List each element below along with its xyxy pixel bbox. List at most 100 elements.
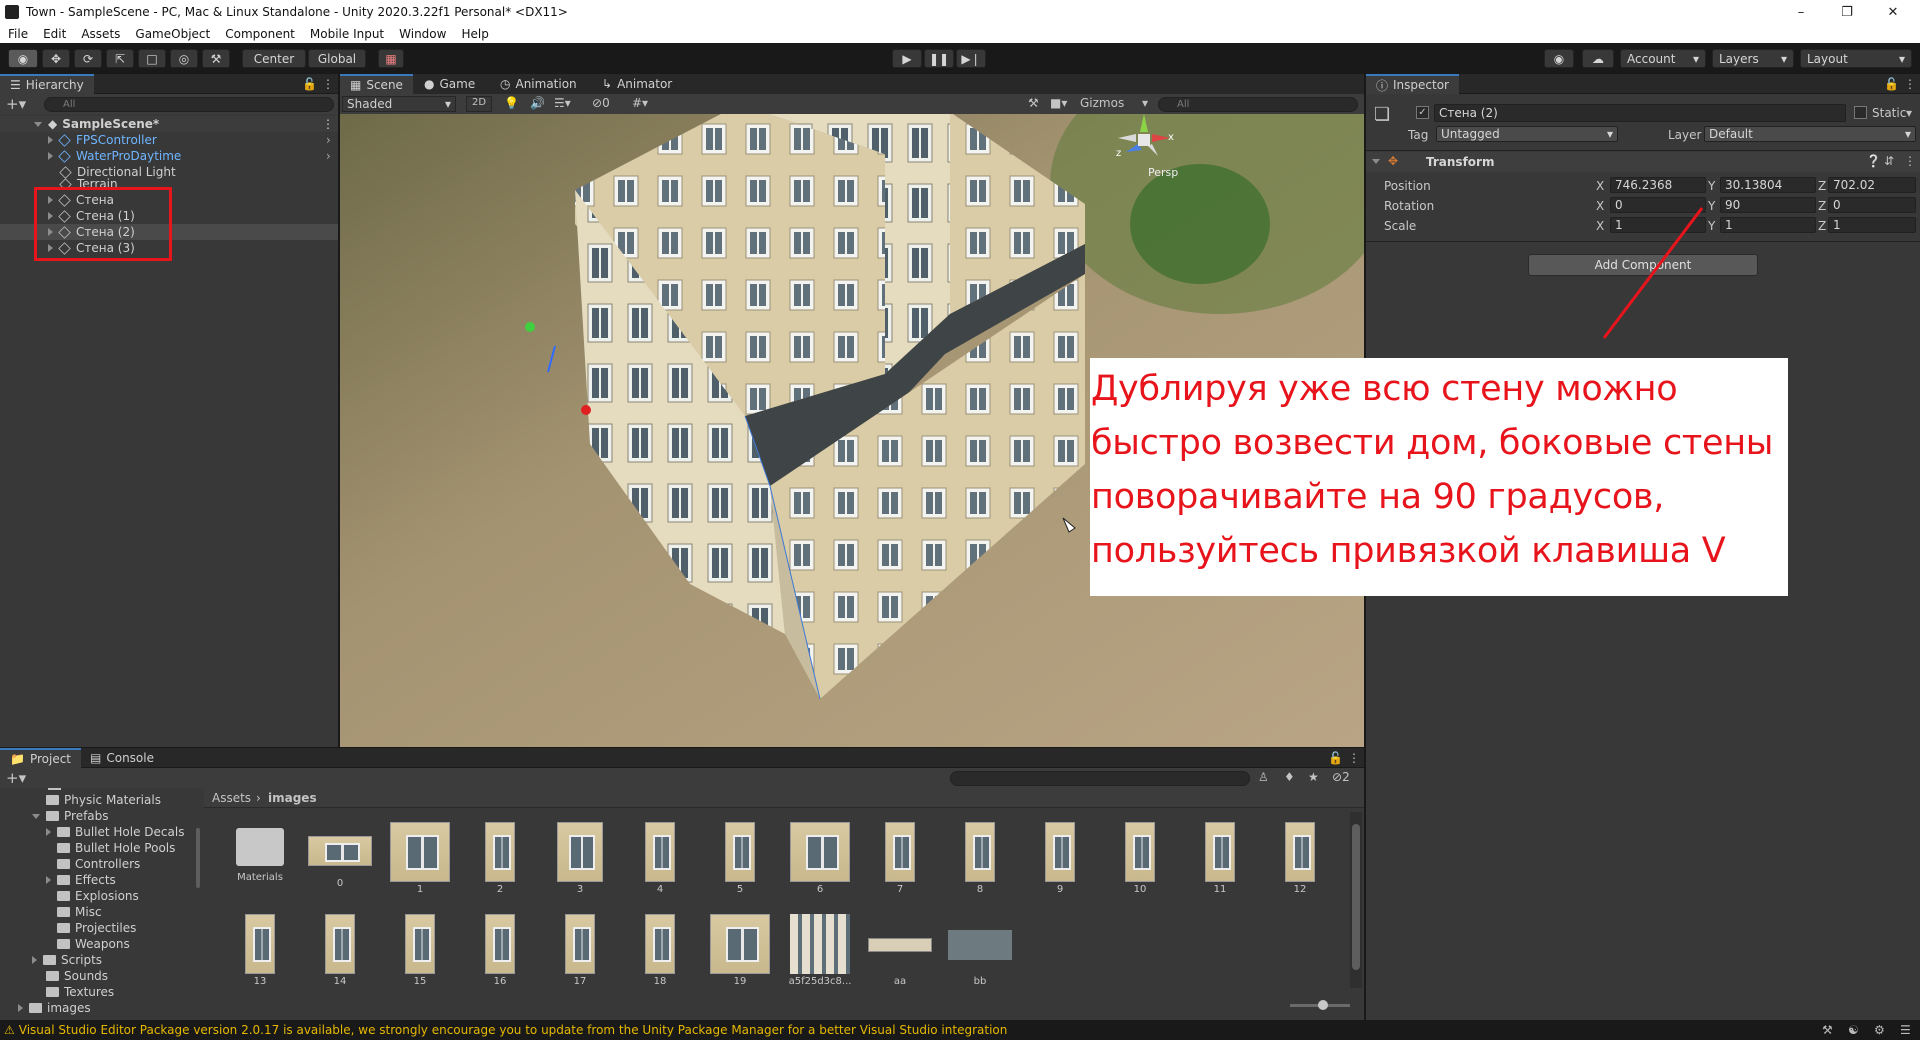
scene-gizmo[interactable]: y x z Persp <box>1108 114 1180 179</box>
menu-file[interactable]: File <box>0 27 35 41</box>
collab-button[interactable]: ◉ <box>1544 49 1574 68</box>
2d-toggle[interactable]: 2D <box>466 96 492 112</box>
folder-tree-item[interactable]: Textures <box>46 984 114 1000</box>
asset-item[interactable]: 13 <box>220 914 300 987</box>
kebab-menu-icon[interactable]: ⋮ <box>1348 751 1360 765</box>
folder-tree-item[interactable]: Sounds <box>46 968 108 984</box>
tab-game[interactable]: ● Game <box>414 74 485 94</box>
hierarchy-item[interactable]: FPSController › <box>0 132 338 148</box>
active-checkbox[interactable]: ✓ <box>1416 106 1429 119</box>
scrollbar-thumb[interactable] <box>1352 824 1360 970</box>
asset-item[interactable]: 16 <box>460 914 540 987</box>
tree-scrollbar[interactable] <box>196 828 200 888</box>
snap-grid-button[interactable]: ▦ <box>378 49 404 68</box>
filter-type-icon[interactable]: ♙ <box>1258 770 1269 784</box>
asset-item[interactable]: 14 <box>300 914 380 987</box>
asset-item[interactable]: 5 <box>700 822 780 895</box>
menu-gameobject[interactable]: GameObject <box>127 27 217 41</box>
progress-icon[interactable]: ⚒ <box>1822 1023 1833 1037</box>
scene-search-input[interactable]: All <box>1158 97 1358 112</box>
add-icon[interactable]: +▾ <box>6 95 26 113</box>
asset-grid-scrollbar[interactable] <box>1350 812 1362 988</box>
menu-assets[interactable]: Assets <box>73 27 127 41</box>
lock-icon[interactable]: 🔓 <box>1884 77 1899 91</box>
folder-tree-item[interactable]: Controllers <box>57 856 140 872</box>
object-name-input[interactable]: Стена (2) <box>1434 104 1846 122</box>
breadcrumb-images[interactable]: images <box>268 791 317 805</box>
expand-arrow-icon[interactable] <box>48 136 53 144</box>
tab-inspector[interactable]: ⓘ Inspector <box>1366 74 1459 94</box>
preset-icon[interactable]: ⇵ <box>1884 154 1894 168</box>
pivot-center-button[interactable]: Center <box>242 49 306 68</box>
restore-button[interactable]: ❐ <box>1824 0 1870 24</box>
asset-item[interactable]: 11 <box>1180 822 1260 895</box>
folder-tree-item[interactable]: images <box>18 1000 91 1016</box>
move-tool-button[interactable]: ✥ <box>42 49 70 68</box>
custom-tool-button[interactable]: ⚒ <box>202 49 230 68</box>
menu-component[interactable]: Component <box>217 27 302 41</box>
grid-toggle-icon[interactable]: #▾ <box>632 96 648 110</box>
scale-y-field[interactable]: 1 <box>1720 217 1816 233</box>
expand-arrow-icon[interactable] <box>32 956 37 964</box>
scale-tool-button[interactable]: ⇱ <box>106 49 134 68</box>
asset-item[interactable]: aa <box>860 914 940 987</box>
tag-dropdown[interactable]: Untagged ▾ <box>1436 126 1618 142</box>
add-icon[interactable]: +▾ <box>6 769 26 787</box>
lighting-icon[interactable]: 💡 <box>504 96 519 110</box>
minimize-button[interactable]: – <box>1778 0 1824 24</box>
cloud-button[interactable]: ☁ <box>1582 49 1614 68</box>
static-checkbox[interactable] <box>1854 106 1867 119</box>
asset-item[interactable]: 8 <box>940 822 1020 895</box>
expand-arrow-icon[interactable] <box>32 813 40 819</box>
audio-icon[interactable]: 🔊 <box>530 96 545 110</box>
menu-help[interactable]: Help <box>453 27 495 41</box>
asset-item[interactable]: 17 <box>540 914 620 987</box>
folder-tree-item[interactable] <box>48 788 66 790</box>
scene-menu-icon[interactable]: ⋮ <box>322 117 334 131</box>
asset-item[interactable]: 15 <box>380 914 460 987</box>
play-button[interactable]: ▶ <box>892 49 922 68</box>
hierarchy-item[interactable]: WaterProDaytime › <box>0 148 338 164</box>
rotation-y-field[interactable]: 90 <box>1720 197 1816 213</box>
layers-dropdown[interactable]: Layers ▾ <box>1712 49 1794 68</box>
tools-icon[interactable]: ⚒ <box>1028 96 1039 110</box>
label-icon[interactable]: ♦ <box>1284 770 1295 784</box>
folder-tree-item[interactable]: Bullet Hole Decals <box>46 824 184 840</box>
step-button[interactable]: ▶❘ <box>956 49 986 68</box>
transform-tool-button[interactable]: ◎ <box>170 49 198 68</box>
hierarchy-search-input[interactable]: All <box>44 97 334 112</box>
tab-animation[interactable]: ◷ Animation <box>490 74 587 94</box>
asset-item[interactable]: 6 <box>780 822 860 895</box>
folder-tree-item[interactable]: Weapons <box>57 936 130 952</box>
asset-item[interactable]: bb <box>940 914 1020 987</box>
asset-item[interactable]: 12 <box>1260 822 1340 895</box>
asset-item[interactable]: 10 <box>1100 822 1180 895</box>
scene-row[interactable]: ◆ SampleScene* ⋮ <box>0 116 338 132</box>
view-tool-button[interactable]: ◉ <box>8 49 38 68</box>
scale-z-field[interactable]: 1 <box>1828 217 1916 233</box>
asset-item[interactable]: 7 <box>860 822 940 895</box>
position-z-field[interactable]: 702.02 <box>1828 177 1916 193</box>
tab-hierarchy[interactable]: ☰ Hierarchy <box>0 74 94 94</box>
account-dropdown[interactable]: Account ▾ <box>1620 49 1706 68</box>
menu-mobile-input[interactable]: Mobile Input <box>302 27 391 41</box>
tab-project[interactable]: 📁 Project <box>0 748 82 768</box>
kebab-menu-icon[interactable]: ⋮ <box>322 77 334 91</box>
asset-item[interactable]: 19 <box>700 914 780 987</box>
layer-dropdown[interactable]: Default ▾ <box>1704 126 1916 142</box>
pause-button[interactable]: ❚❚ <box>924 49 954 68</box>
asset-item[interactable]: 2 <box>460 822 540 895</box>
menu-edit[interactable]: Edit <box>35 27 73 41</box>
asset-item[interactable]: 18 <box>620 914 700 987</box>
hidden-objects-icon[interactable]: ⊘0 <box>592 96 610 110</box>
thumbnail-size-slider[interactable] <box>1290 1000 1350 1010</box>
position-x-field[interactable]: 746.2368 <box>1610 177 1706 193</box>
favorite-star-icon[interactable]: ★ <box>1308 770 1319 784</box>
folder-tree-item[interactable]: Scripts <box>32 952 102 968</box>
folder-tree-item[interactable]: Misc <box>57 904 102 920</box>
tab-scene[interactable]: ▦ Scene <box>340 74 413 94</box>
chevron-right-icon[interactable]: › <box>326 149 331 163</box>
kebab-menu-icon[interactable]: ⋮ <box>1904 154 1916 168</box>
layout-dropdown[interactable]: Layout ▾ <box>1800 49 1912 68</box>
folder-tree-item[interactable]: Bullet Hole Pools <box>57 840 175 856</box>
